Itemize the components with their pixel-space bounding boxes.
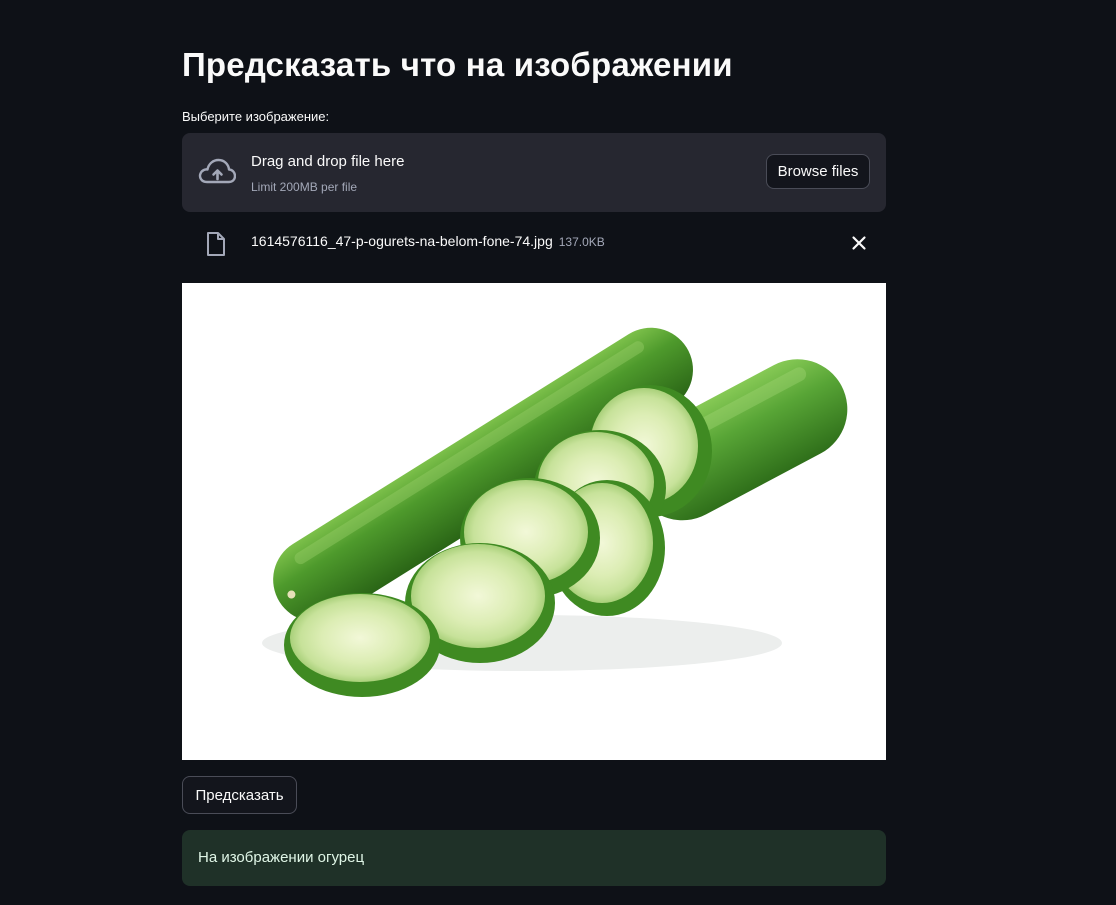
page-title: Предсказать что на изображении [182, 46, 733, 83]
prediction-result-alert: На изображении огурец [182, 830, 886, 886]
predict-button[interactable]: Предсказать [182, 776, 297, 814]
browse-files-button[interactable]: Browse files [766, 154, 870, 189]
uploaded-file-row: 1614576116_47-p-ogurets-na-belom-fone-74… [182, 226, 886, 262]
file-icon [207, 232, 225, 256]
dropzone-title: Drag and drop file here [251, 153, 405, 170]
file-dropzone[interactable]: Drag and drop file here Limit 200MB per … [182, 133, 886, 212]
close-icon[interactable] [848, 232, 870, 254]
file-name-text: 1614576116_47-p-ogurets-na-belom-fone-74… [251, 233, 553, 249]
uploader-label: Выберите изображение: [182, 109, 330, 124]
file-size: 137.0KB [558, 235, 605, 249]
uploaded-image-preview [182, 283, 886, 760]
file-name: 1614576116_47-p-ogurets-na-belom-fone-74… [251, 233, 605, 249]
cloud-upload-icon [198, 158, 236, 184]
cucumber-image [262, 327, 848, 697]
dropzone-limit: Limit 200MB per file [251, 180, 358, 194]
prediction-result-text: На изображении огурец [198, 849, 365, 866]
